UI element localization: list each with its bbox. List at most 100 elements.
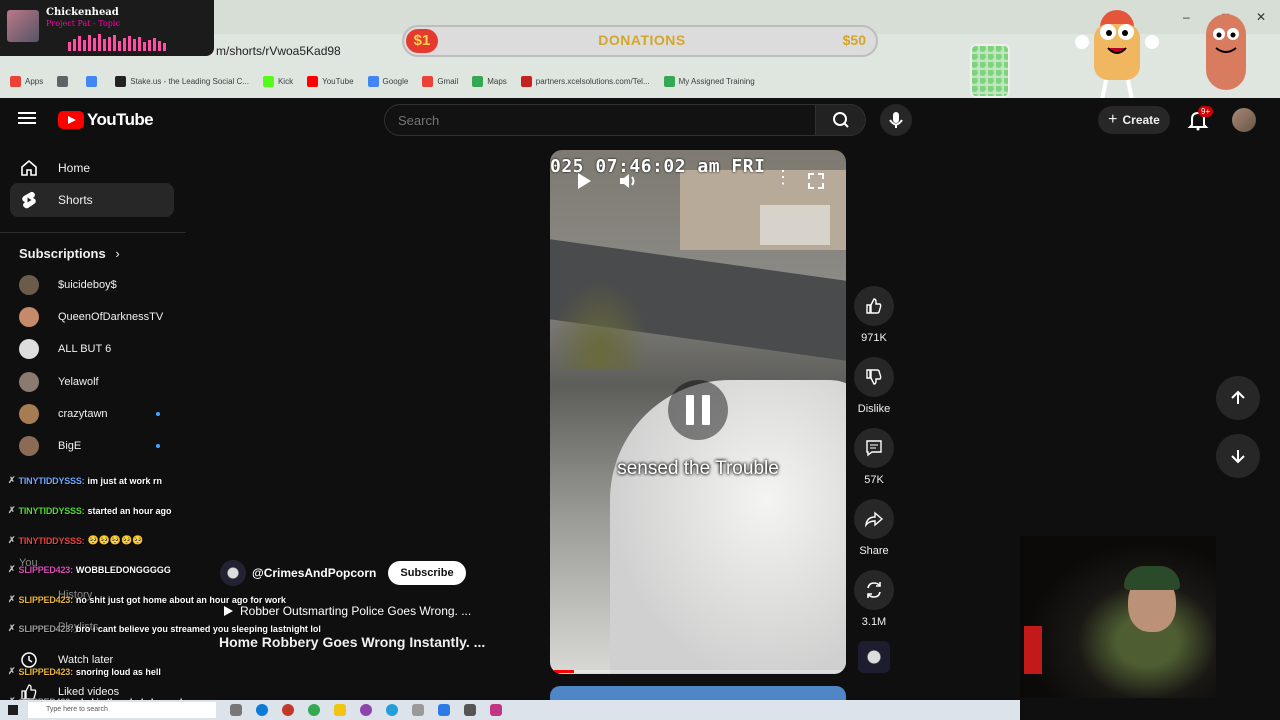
- chrome-icon[interactable]: [308, 704, 320, 716]
- visualizer-bar: [123, 38, 126, 51]
- play-button[interactable]: [576, 172, 592, 193]
- bookmark-item[interactable]: Stake.us - the Leading Social C...: [115, 75, 249, 87]
- bookmark-item[interactable]: Gmail: [422, 75, 458, 87]
- bookmark-item[interactable]: Apps: [10, 75, 43, 87]
- search-button[interactable]: [816, 104, 866, 136]
- bookmark-item[interactable]: Google: [367, 75, 409, 87]
- edge-icon[interactable]: [256, 704, 268, 716]
- next-short-button[interactable]: [1216, 434, 1260, 478]
- obs-icon[interactable]: [360, 704, 372, 716]
- subscribe-button[interactable]: Subscribe: [388, 561, 466, 585]
- sound-thumbnail[interactable]: [858, 641, 890, 673]
- taskbar-search-input[interactable]: Type here to search: [28, 702, 216, 718]
- subscription-item[interactable]: ALL BUT 6: [19, 336, 179, 362]
- subscription-name: QueenOfDarknessTV: [58, 311, 164, 324]
- subscriptions-heading[interactable]: Subscriptions ›: [19, 246, 120, 261]
- subscription-item[interactable]: Yelawolf: [19, 369, 179, 395]
- channel-name[interactable]: @CrimesAndPopcorn: [252, 566, 376, 580]
- volume-button[interactable]: [618, 172, 640, 193]
- telegram-icon[interactable]: [386, 704, 398, 716]
- audio-visualizer: [68, 33, 166, 51]
- bookmark-label: partners.xcelsolutions.com/Tel...: [535, 76, 650, 86]
- bookmark-item[interactable]: Maps: [472, 75, 507, 87]
- video-title[interactable]: Home Robbery Goes Wrong Instantly. ...: [219, 634, 485, 650]
- search-input[interactable]: [384, 104, 816, 136]
- sidebar-item-shorts[interactable]: Shorts: [10, 183, 174, 217]
- instagram-icon[interactable]: [490, 704, 502, 716]
- visualizer-bar: [163, 43, 166, 51]
- visualizer-bar: [88, 35, 91, 51]
- youtube-play-icon: [58, 111, 84, 129]
- task-view-icon[interactable]: [230, 704, 242, 716]
- subscription-item[interactable]: QueenOfDarknessTV: [19, 304, 179, 330]
- next-short-preview[interactable]: [550, 686, 846, 700]
- more-options-icon[interactable]: ⋮: [774, 168, 792, 186]
- bookmark-item[interactable]: [57, 75, 72, 87]
- create-button[interactable]: + Create: [1098, 106, 1170, 134]
- bookmark-item[interactable]: YouTube: [307, 75, 354, 87]
- related-video-link[interactable]: Robber Outsmarting Police Goes Wrong. ..…: [222, 604, 471, 618]
- like-button[interactable]: 971K: [854, 286, 894, 344]
- chat-message: ✗ SLIPPED423: WOBBLEDONGGGGG: [8, 564, 171, 575]
- subscription-item[interactable]: BigE: [19, 433, 179, 459]
- menu-button[interactable]: [18, 109, 40, 131]
- youtube-logo[interactable]: YouTube: [58, 110, 154, 130]
- progress-fill: [550, 670, 574, 673]
- app-icon[interactable]: [412, 704, 424, 716]
- bookmark-label: Stake.us - the Leading Social C...: [130, 76, 249, 86]
- windows-start-icon[interactable]: [8, 705, 18, 715]
- now-playing-widget: Chickenhead Project Pat - Topic: [0, 0, 214, 56]
- share-button[interactable]: Share: [854, 499, 894, 557]
- bookmark-item[interactable]: [86, 75, 101, 87]
- sidebar-item-home[interactable]: Home: [10, 151, 174, 185]
- bookmark-item[interactable]: Kick: [262, 75, 293, 87]
- chat-text: im just at work rn: [87, 475, 162, 486]
- app-icon[interactable]: [282, 704, 294, 716]
- visualizer-bar: [93, 38, 96, 51]
- play-icon: [224, 606, 233, 616]
- voice-search-button[interactable]: [880, 104, 912, 136]
- chat-message: ✗ SLIPPED423: bro i cant believe you strea…: [8, 623, 321, 634]
- chat-username: TINYTIDDYSSS:: [18, 475, 85, 486]
- comments-button[interactable]: 57K: [854, 428, 894, 486]
- windows-taskbar: Type here to search: [0, 700, 1020, 720]
- subscription-item[interactable]: $uicideboy$: [19, 272, 179, 298]
- plus-icon: +: [1108, 111, 1118, 128]
- app-icon[interactable]: [464, 704, 476, 716]
- channel-avatar[interactable]: [220, 560, 246, 586]
- minimize-button[interactable]: –: [1183, 10, 1190, 24]
- chat-message: ✗ TINYTIDDYSSS: im just at work rn: [8, 475, 162, 486]
- visualizer-bar: [73, 39, 76, 51]
- bookmark-item[interactable]: My Assigned Training: [663, 75, 755, 87]
- previous-short-button[interactable]: [1216, 376, 1260, 420]
- file-explorer-icon[interactable]: [334, 704, 346, 716]
- chat-badge-icon: ✗: [8, 535, 16, 545]
- bookmark-icon: [57, 75, 69, 87]
- pause-icon[interactable]: [668, 380, 728, 440]
- song-title: Chickenhead: [46, 7, 119, 18]
- dislike-button[interactable]: Dislike: [854, 357, 894, 415]
- home-icon: [21, 159, 37, 176]
- visualizer-bar: [103, 39, 106, 51]
- new-content-dot: [156, 411, 160, 416]
- bookmark-item[interactable]: partners.xcelsolutions.com/Tel...: [520, 75, 650, 87]
- fullscreen-button[interactable]: [807, 172, 825, 193]
- progress-bar[interactable]: [550, 670, 846, 673]
- video-plant: [550, 280, 650, 370]
- subscription-item[interactable]: crazytawn: [19, 401, 179, 427]
- chat-message: ✗ TINYTIDDYSSS: 🥺🥺🥺🥺🥺: [8, 535, 144, 546]
- shorts-player[interactable]: 025 07:46:02 am FRI ⋮ sensed the Trouble: [550, 150, 846, 674]
- close-button[interactable]: ✕: [1256, 10, 1266, 24]
- remix-button[interactable]: 3.1M: [854, 570, 894, 628]
- account-avatar[interactable]: [1232, 108, 1256, 132]
- bookmark-label: Google: [382, 76, 409, 86]
- donation-goal: $50: [842, 32, 866, 48]
- visualizer-bar: [108, 37, 111, 51]
- thumbs-down-icon: [866, 369, 882, 385]
- donation-label: DONATIONS: [598, 32, 686, 48]
- app-icon[interactable]: [438, 704, 450, 716]
- arrow-up-icon: [1231, 390, 1245, 404]
- sausage-mascot-icon: [1206, 14, 1246, 90]
- bookmark-icon: [520, 75, 532, 87]
- bookmark-icon: [422, 75, 434, 87]
